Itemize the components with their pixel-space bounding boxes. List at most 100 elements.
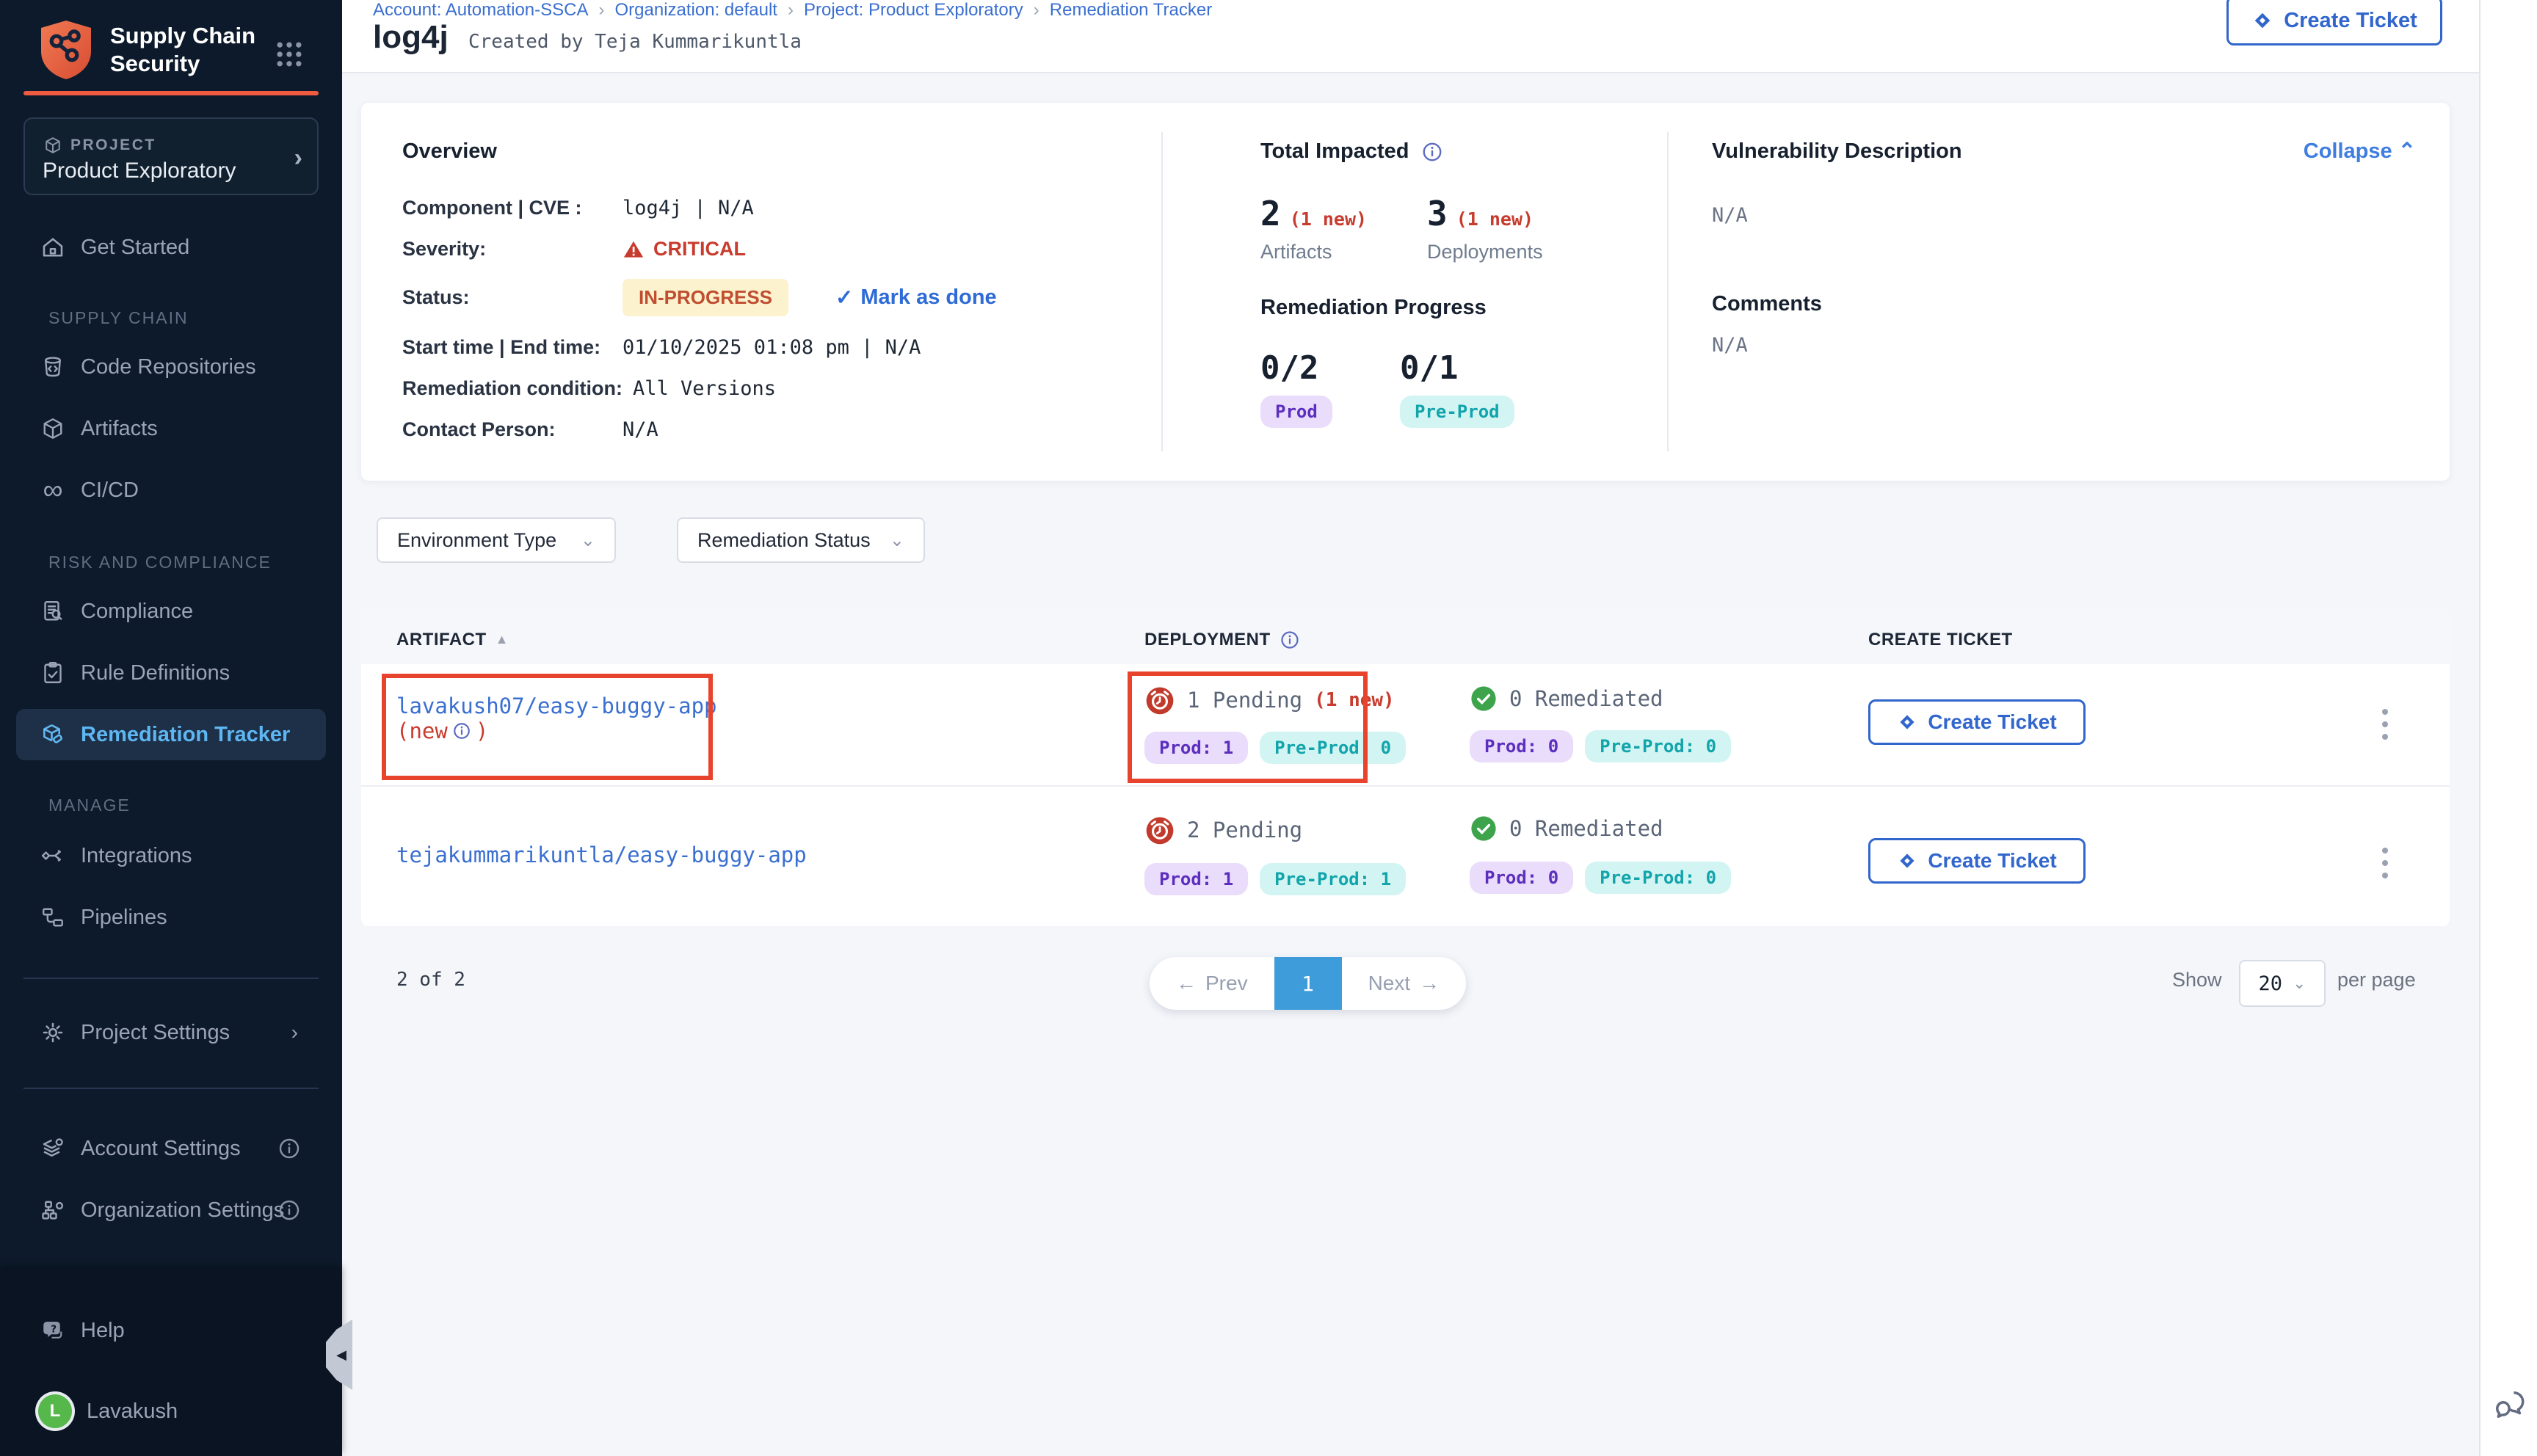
svg-text:?: ? bbox=[51, 1323, 57, 1335]
page-title: log4j bbox=[373, 19, 449, 56]
chevron-right-icon: › bbox=[294, 144, 302, 172]
artifact-link[interactable]: tejakummarikuntla/easy-buggy-app bbox=[396, 842, 807, 867]
row-menu-kebab-icon[interactable] bbox=[2369, 701, 2401, 748]
page-header: Account: Automation-SSCA › Organization: d… bbox=[342, 0, 2479, 73]
vulnerability-description-value: N/A bbox=[1712, 204, 1748, 227]
project-name: Product Exploratory bbox=[43, 159, 236, 183]
table-row: tejakummarikuntla/easy-buggy-app 2 Pendi… bbox=[361, 787, 2450, 926]
layers-gear-icon bbox=[38, 1135, 68, 1162]
status-label: Status: bbox=[402, 279, 623, 309]
sidebar-item-account-settings[interactable]: Account Settings bbox=[16, 1123, 326, 1174]
artifacts-stat-label: Artifacts bbox=[1260, 241, 1367, 263]
project-box-icon bbox=[43, 135, 63, 156]
jira-diamond-icon bbox=[1897, 851, 1917, 871]
pending-new-count: (1 new) bbox=[1314, 689, 1395, 711]
pending-count: 1 Pending bbox=[1187, 688, 1302, 713]
artifact-link[interactable]: lavakush07/easy-buggy-app bbox=[396, 694, 717, 718]
sidebar-item-integrations[interactable]: Integrations bbox=[16, 830, 326, 881]
info-icon[interactable] bbox=[1280, 630, 1300, 650]
deployments-new-count: (1 new) bbox=[1456, 208, 1534, 230]
prod-badge: Prod: 0 bbox=[1470, 862, 1573, 894]
sidebar-item-remediation-tracker[interactable]: Remediation Tracker bbox=[16, 709, 326, 760]
mark-as-done-button[interactable]: ✓ Mark as done bbox=[835, 285, 997, 310]
column-artifact[interactable]: ARTIFACT ▲ bbox=[396, 615, 509, 664]
artifacts-table: ARTIFACT ▲ DEPLOYMENT CREATE TICKET lava… bbox=[361, 615, 2450, 926]
sidebar-footer: ? Help L Lavakush bbox=[0, 1270, 342, 1456]
pending-clock-icon bbox=[1144, 815, 1175, 845]
document-search-icon bbox=[38, 598, 68, 625]
info-icon[interactable] bbox=[277, 1198, 301, 1222]
sort-ascending-icon[interactable]: ▲ bbox=[496, 632, 509, 647]
remediation-status-filter[interactable]: Remediation Status⌄ bbox=[677, 517, 925, 563]
prod-badge: Prod bbox=[1260, 396, 1332, 428]
sidebar-item-compliance[interactable]: Compliance bbox=[16, 586, 326, 637]
deployments-stat: 3(1 new) Deployments bbox=[1427, 194, 1543, 263]
create-ticket-button[interactable]: Create Ticket bbox=[1868, 838, 2086, 884]
right-rail bbox=[2479, 0, 2537, 1456]
severity-label: Severity: bbox=[402, 238, 623, 261]
breadcrumb-organization[interactable]: Organization: default bbox=[614, 0, 777, 20]
info-icon[interactable] bbox=[277, 1137, 301, 1160]
warning-triangle-icon bbox=[623, 239, 645, 261]
sidebar-item-cicd[interactable]: ∞ CI/CD bbox=[16, 465, 326, 516]
environment-type-filter[interactable]: Environment Type⌄ bbox=[377, 517, 616, 563]
prev-page-button[interactable]: ←Prev bbox=[1150, 957, 1274, 1010]
sidebar: Supply Chain Security PROJECT Product Ex… bbox=[0, 0, 342, 1456]
project-selector[interactable]: PROJECT Product Exploratory › bbox=[23, 117, 319, 195]
module-grid-icon[interactable] bbox=[273, 38, 305, 70]
shield-logo-icon bbox=[38, 19, 94, 81]
remediation-progress-heading: Remediation Progress bbox=[1260, 296, 1487, 320]
deployment-pending-cell: 2 Pending Prod: 1 Pre-Prod: 1 bbox=[1144, 815, 1406, 895]
remediated-cell: 0 Remediated Prod: 0 Pre-Prod: 0 bbox=[1470, 685, 1731, 762]
breadcrumb-account[interactable]: Account: Automation-SSCA bbox=[373, 0, 588, 20]
next-page-button[interactable]: Next→ bbox=[1342, 957, 1467, 1010]
sidebar-item-label: Code Repositories bbox=[81, 355, 256, 379]
row-menu-kebab-icon[interactable] bbox=[2369, 840, 2401, 887]
page-number-active[interactable]: 1 bbox=[1274, 957, 1342, 1010]
user-name: Lavakush bbox=[87, 1399, 178, 1424]
info-icon[interactable] bbox=[1421, 141, 1443, 163]
sidebar-item-get-started[interactable]: Get Started bbox=[16, 222, 326, 273]
sidebar-item-help[interactable]: ? Help bbox=[16, 1305, 326, 1356]
sidebar-item-organization-settings[interactable]: Organization Settings bbox=[16, 1184, 326, 1236]
project-label: PROJECT bbox=[70, 136, 156, 154]
deployments-stat-label: Deployments bbox=[1427, 241, 1543, 263]
home-icon bbox=[38, 234, 68, 261]
help-chat-icon: ? bbox=[38, 1317, 68, 1344]
section-risk-compliance: RISK AND COMPLIANCE bbox=[48, 553, 272, 572]
sidebar-item-project-settings[interactable]: Project Settings › bbox=[16, 1007, 326, 1058]
info-icon[interactable] bbox=[452, 721, 471, 740]
create-ticket-button[interactable]: Create Ticket bbox=[2226, 0, 2442, 46]
sidebar-item-label: Pipelines bbox=[81, 906, 167, 930]
chat-support-icon[interactable] bbox=[2491, 1386, 2529, 1424]
remediated-count: 0 Remediated bbox=[1509, 816, 1663, 841]
preprod-badge: Pre-Prod bbox=[1400, 396, 1514, 428]
sidebar-item-rule-definitions[interactable]: Rule Definitions bbox=[16, 647, 326, 699]
breadcrumb-page[interactable]: Remediation Tracker bbox=[1050, 0, 1212, 20]
breadcrumb-project[interactable]: Project: Product Exploratory bbox=[804, 0, 1023, 20]
table-row: lavakush07/easy-buggy-app (new ) bbox=[361, 664, 2450, 787]
sidebar-item-pipelines[interactable]: Pipelines bbox=[16, 892, 326, 943]
brand-divider bbox=[23, 91, 319, 95]
collapse-toggle[interactable]: Collapse ⌃ bbox=[2304, 138, 2416, 164]
create-ticket-button[interactable]: Create Ticket bbox=[1868, 699, 2086, 745]
time-label: Start time | End time: bbox=[402, 336, 623, 359]
code-repository-icon bbox=[38, 354, 68, 380]
per-page-label: per page bbox=[2337, 969, 2416, 991]
sidebar-item-artifacts[interactable]: Artifacts bbox=[16, 403, 326, 454]
sidebar-item-label: Organization Settings bbox=[81, 1198, 284, 1223]
condition-value: All Versions bbox=[633, 377, 776, 400]
user-menu[interactable]: L Lavakush bbox=[16, 1386, 326, 1437]
avatar[interactable]: L bbox=[38, 1394, 72, 1428]
check-circle-icon bbox=[1470, 815, 1498, 842]
divider bbox=[1161, 132, 1163, 451]
sidebar-item-code-repositories[interactable]: Code Repositories bbox=[16, 341, 326, 393]
prod-badge: Prod: 1 bbox=[1144, 732, 1248, 764]
vulnerability-description-heading: Vulnerability Description bbox=[1712, 139, 1962, 164]
sidebar-item-label: CI/CD bbox=[81, 478, 139, 503]
page-subtitle: Created by Teja Kummarikuntla bbox=[468, 31, 802, 53]
sidebar-item-label: Rule Definitions bbox=[81, 661, 230, 685]
prod-badge: Prod: 1 bbox=[1144, 863, 1248, 895]
breadcrumb-separator: › bbox=[1034, 0, 1039, 20]
page-size-select[interactable]: 20⌄ bbox=[2239, 960, 2326, 1007]
